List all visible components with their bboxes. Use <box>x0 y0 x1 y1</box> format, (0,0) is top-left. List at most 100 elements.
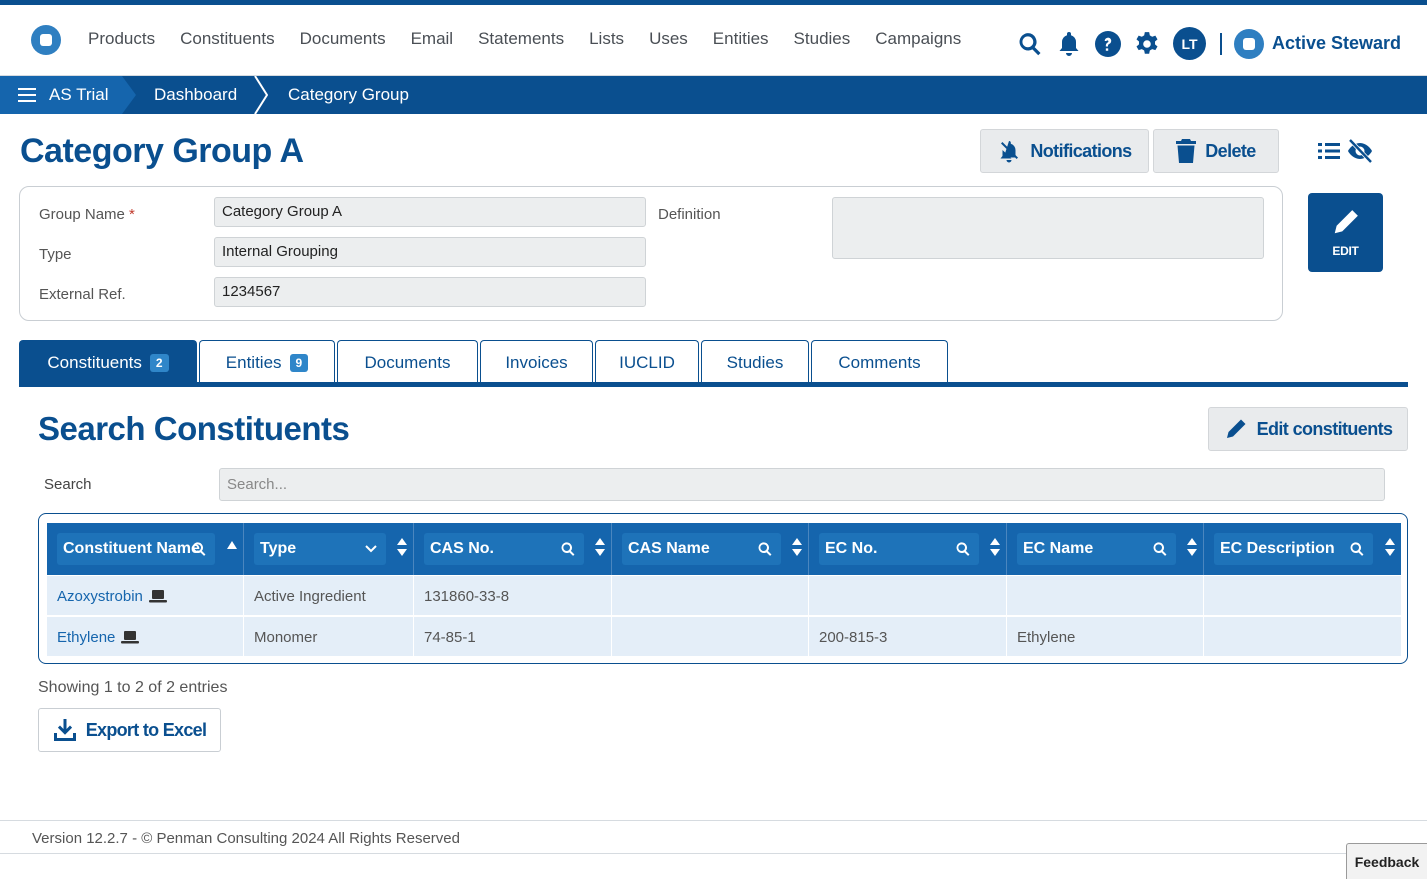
search-icon[interactable] <box>1152 541 1168 557</box>
menu-icon[interactable] <box>18 88 36 102</box>
type-label: Type <box>39 246 72 263</box>
breadcrumb-item-as-trial[interactable]: AS Trial <box>0 76 136 114</box>
table-row[interactable]: Azoxystrobin Active Ingredient 131860-33… <box>47 575 1401 616</box>
column-header-type[interactable]: Type <box>244 523 414 575</box>
column-filter[interactable]: EC Description <box>1214 533 1373 565</box>
eye-slash-icon[interactable] <box>1346 138 1374 164</box>
constituent-link[interactable]: Azoxystrobin <box>57 588 143 605</box>
top-navbar: Products Constituents Documents Email St… <box>0 0 1427 76</box>
tab-invoices[interactable]: Invoices <box>480 340 593 384</box>
external-ref-field[interactable]: 1234567 <box>214 277 646 307</box>
sort-icon[interactable] <box>397 538 407 563</box>
footer: Version 12.2.7 - © Penman Consulting 202… <box>0 820 1427 854</box>
nav-item-uses[interactable]: Uses <box>649 29 688 49</box>
edit-constituents-button[interactable]: Edit constituents <box>1208 407 1408 451</box>
delete-button[interactable]: Delete <box>1153 129 1279 173</box>
breadcrumb: AS Trial Dashboard Category Group <box>0 76 1427 114</box>
laptop-icon[interactable] <box>148 589 167 603</box>
list-icon[interactable] <box>1318 138 1340 164</box>
brand-name: Active Steward <box>1272 33 1402 53</box>
column-header-constituent-name[interactable]: Constituent Name <box>47 523 244 575</box>
sort-icon[interactable] <box>792 538 802 563</box>
breadcrumb-item-dashboard[interactable]: Dashboard <box>154 76 237 114</box>
table-row[interactable]: Ethylene Monomer 74-85-1 200-815-3 Ethyl… <box>47 616 1401 657</box>
sort-icon[interactable] <box>1187 538 1197 563</box>
search-icon[interactable] <box>191 541 207 557</box>
cell-cas-no: 74-85-1 <box>414 617 612 657</box>
nav-item-documents[interactable]: Documents <box>300 29 386 49</box>
column-label: EC Name <box>1023 540 1094 557</box>
nav-item-campaigns[interactable]: Campaigns <box>875 29 961 49</box>
search-icon[interactable] <box>1015 29 1045 59</box>
column-header-ec-description[interactable]: EC Description <box>1204 523 1401 575</box>
sort-icon[interactable] <box>1385 538 1395 563</box>
column-filter[interactable]: EC No. <box>819 533 979 565</box>
user-avatar[interactable]: LT <box>1173 27 1206 60</box>
tab-constituents[interactable]: Constituents 2 <box>19 340 197 384</box>
notifications-button[interactable]: Notifications <box>980 129 1149 173</box>
required-mark: * <box>129 206 135 223</box>
tab-studies[interactable]: Studies <box>701 340 809 384</box>
column-header-cas-name[interactable]: CAS Name <box>612 523 809 575</box>
column-header-cas-no[interactable]: CAS No. <box>414 523 612 575</box>
cell-ec-no: 200-815-3 <box>809 617 1007 657</box>
tab-iuclid[interactable]: IUCLID <box>595 340 699 384</box>
help-icon[interactable] <box>1093 29 1123 59</box>
constituent-link[interactable]: Ethylene <box>57 629 115 646</box>
chevron-right-icon <box>254 76 268 114</box>
column-filter[interactable]: CAS No. <box>424 533 584 565</box>
section-title: Search Constituents <box>38 410 350 447</box>
notifications-label: Notifications <box>1030 140 1132 161</box>
chevron-down-icon[interactable] <box>364 543 378 555</box>
column-label: CAS No. <box>430 540 494 557</box>
definition-label: Definition <box>658 206 721 223</box>
app-logo-icon[interactable] <box>31 25 61 55</box>
nav-item-constituents[interactable]: Constituents <box>180 29 275 49</box>
nav-item-email[interactable]: Email <box>411 29 454 49</box>
nav-item-studies[interactable]: Studies <box>794 29 851 49</box>
feedback-button[interactable]: Feedback <box>1346 843 1427 879</box>
sort-icon[interactable] <box>990 538 1000 563</box>
group-name-field[interactable]: Category Group A <box>214 197 646 227</box>
edit-button[interactable]: EDIT <box>1308 193 1383 272</box>
cell-constituent-name[interactable]: Ethylene <box>47 617 244 657</box>
cell-constituent-name[interactable]: Azoxystrobin <box>47 576 244 616</box>
nav-item-lists[interactable]: Lists <box>589 29 624 49</box>
search-input[interactable]: Search... <box>219 468 1385 501</box>
tab-entities[interactable]: Entities 9 <box>199 340 335 384</box>
type-field[interactable]: Internal Grouping <box>214 237 646 267</box>
sort-icon[interactable] <box>595 538 605 563</box>
nav-item-products[interactable]: Products <box>88 29 155 49</box>
trash-icon <box>1176 139 1197 163</box>
column-filter[interactable]: Type <box>254 533 386 565</box>
column-header-ec-name[interactable]: EC Name <box>1007 523 1204 575</box>
main-nav: Products Constituents Documents Email St… <box>88 29 986 49</box>
tab-comments[interactable]: Comments <box>811 340 948 384</box>
edit-label: EDIT <box>1332 244 1359 258</box>
gear-icon[interactable] <box>1132 29 1162 59</box>
column-filter[interactable]: EC Name <box>1017 533 1176 565</box>
export-to-excel-button[interactable]: Export to Excel <box>38 708 221 752</box>
search-icon[interactable] <box>757 541 773 557</box>
download-icon <box>53 719 76 741</box>
search-icon[interactable] <box>955 541 971 557</box>
bell-icon[interactable] <box>1054 29 1084 59</box>
column-label: EC No. <box>825 540 878 557</box>
column-header-ec-no[interactable]: EC No. <box>809 523 1007 575</box>
nav-item-statements[interactable]: Statements <box>478 29 564 49</box>
group-name-label-text: Group Name <box>39 206 125 223</box>
nav-item-entities[interactable]: Entities <box>713 29 769 49</box>
search-label: Search <box>44 476 92 493</box>
column-filter[interactable]: CAS Name <box>622 533 781 565</box>
search-icon[interactable] <box>560 541 576 557</box>
search-icon[interactable] <box>1349 541 1365 557</box>
sort-asc-icon[interactable] <box>227 536 237 554</box>
column-filter[interactable]: Constituent Name <box>57 533 215 565</box>
tab-documents[interactable]: Documents <box>337 340 478 384</box>
table-header: Constituent Name Type CAS No. CAS Name E… <box>47 523 1401 575</box>
column-label: Constituent Name <box>63 540 200 557</box>
laptop-icon[interactable] <box>121 630 140 644</box>
group-details-panel: Group Name * Category Group A Type Inter… <box>19 186 1283 321</box>
definition-textarea[interactable] <box>832 197 1264 259</box>
view-toggles <box>1318 138 1374 164</box>
